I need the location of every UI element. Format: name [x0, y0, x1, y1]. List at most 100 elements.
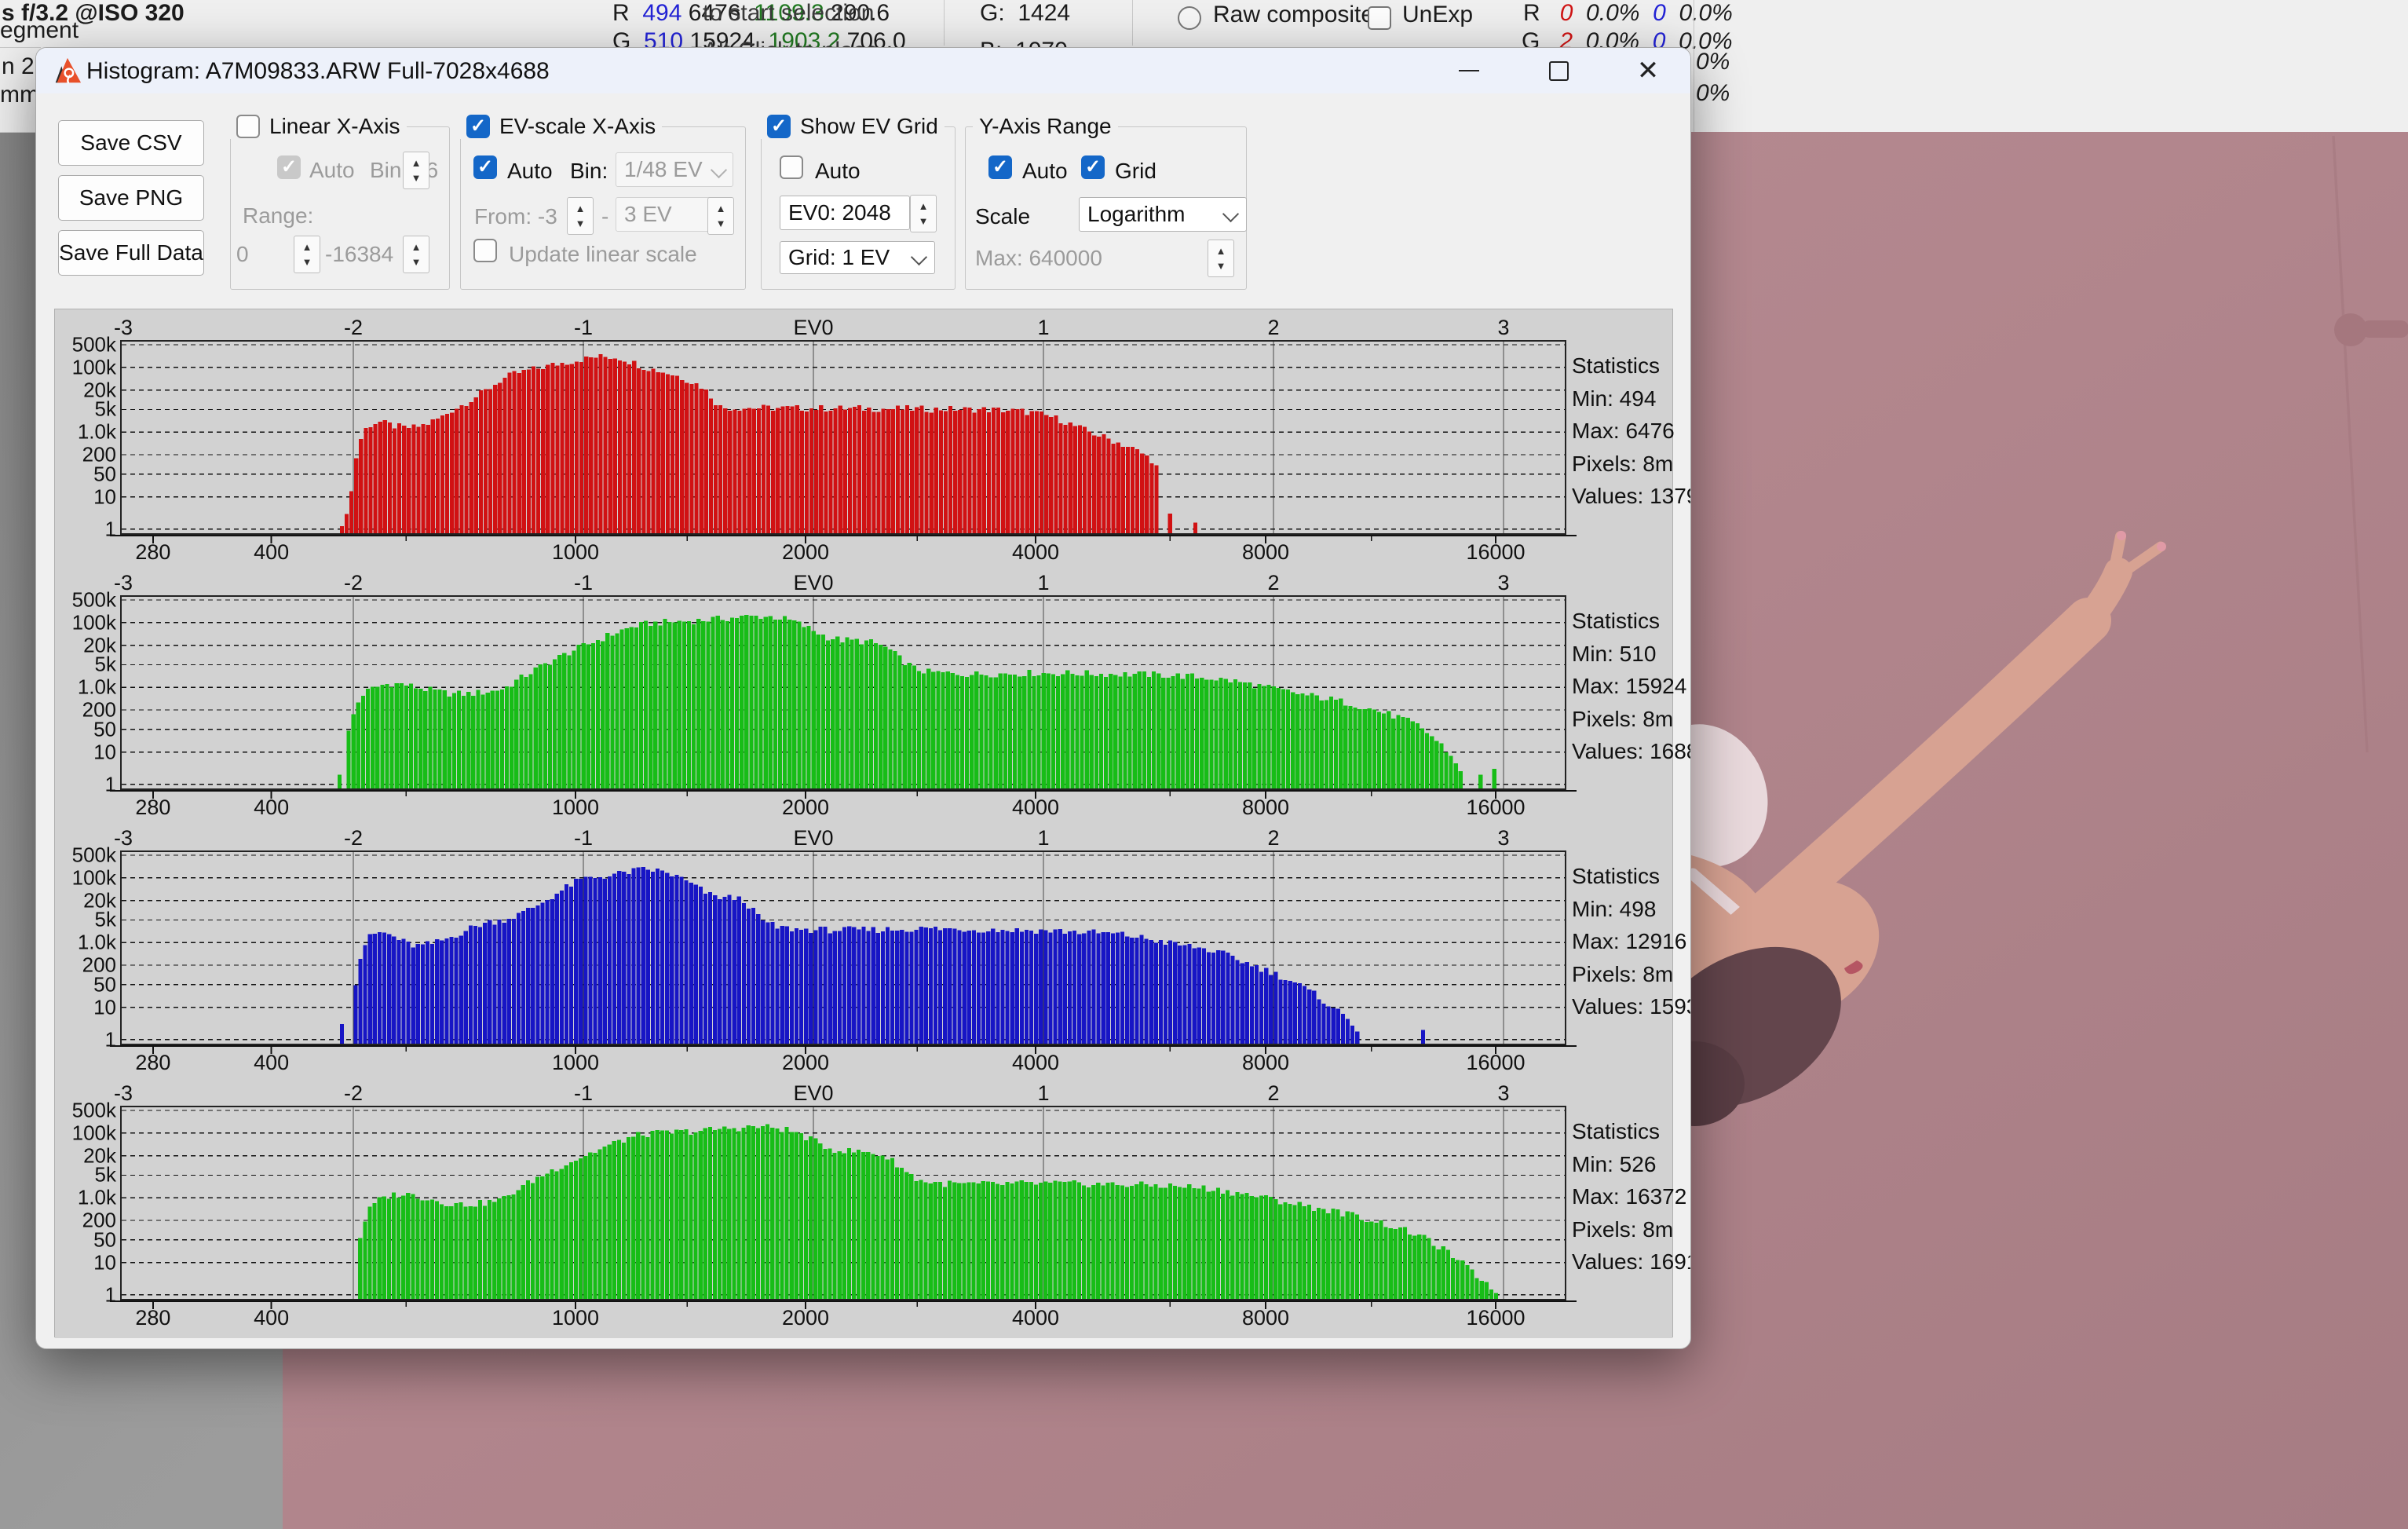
fingernail-1	[2117, 531, 2126, 540]
overexp-r-label: R	[1523, 0, 1540, 26]
exif-fragment-3: mm	[0, 82, 39, 108]
linear-range-label: Range:	[243, 203, 313, 229]
ev-from-spinner[interactable]: ▲▼	[567, 197, 594, 235]
evgrid-auto-checkbox[interactable]	[780, 155, 803, 179]
dancer-finger-1	[2114, 536, 2121, 569]
histogram-panel-blue: -3-2-1EV0123500k100k20k5k1.0k20050101280…	[55, 820, 1672, 1076]
stats-pixels-green: Pixels: 8m	[1572, 707, 1673, 732]
x-axis-label: 280	[135, 796, 170, 820]
linear-auto-checkbox	[277, 155, 301, 179]
occluded-percent-1: 0%	[1696, 49, 1730, 75]
show-ev-grid-header: Show EV Grid	[761, 114, 945, 139]
stats-title-red: Statistics	[1572, 353, 1660, 379]
y-grid-checkbox[interactable]	[1081, 155, 1105, 179]
window-title: Histogram: A7M09833.ARW Full-7028x4688	[86, 58, 550, 85]
ev-range-sep: -	[601, 204, 608, 229]
x-axis-label: 400	[254, 1306, 289, 1330]
hint-line-1: to start selection	[703, 0, 874, 27]
histogram-plot-red	[55, 309, 1672, 565]
y-axis-label: 1	[55, 1027, 116, 1052]
x-axis-label: 16000	[1466, 1306, 1525, 1330]
save-full-data-button[interactable]: Save Full Data	[58, 230, 204, 276]
x-axis-label: 1000	[552, 1051, 599, 1075]
x-axis-label: 4000	[1012, 1051, 1059, 1075]
stats-min-red: Min: 494	[1572, 386, 1656, 412]
y-axis-label: 5k	[55, 1163, 116, 1187]
y-axis-label: 50	[55, 717, 116, 741]
scale-label: Scale	[975, 204, 1030, 229]
y-axis-label: 5k	[55, 908, 116, 932]
ev-axis-label: -2	[344, 316, 363, 340]
ev-axis-label: 2	[1267, 316, 1279, 340]
ev0-spinner[interactable]: ▲▼	[910, 195, 937, 232]
stats-min-green: Min: 510	[1572, 642, 1656, 667]
stats-title-green2: Statistics	[1572, 1119, 1660, 1144]
y-axis-label: 500k	[55, 843, 116, 868]
y-axis-label: 1.0k	[55, 1186, 116, 1210]
overexp-r-p2: 0.0%	[1679, 0, 1732, 26]
update-linear-checkbox[interactable]	[473, 239, 497, 262]
minimize-button[interactable]	[1433, 48, 1505, 93]
histogram-plot-green	[55, 565, 1672, 820]
sample-g-label: G:	[980, 0, 1005, 26]
stats-values-red: Values: 1379	[1572, 484, 1691, 509]
ev-axis-label: 2	[1267, 826, 1279, 850]
y-axis-label: 10	[55, 485, 116, 509]
stats-max-red: Max: 6476	[1572, 419, 1675, 444]
evgrid-auto-label: Auto	[815, 159, 861, 184]
y-axis-label: 500k	[55, 1099, 116, 1123]
ev-to-value: 3 EV	[624, 202, 672, 227]
y-axis-label: 100k	[55, 610, 116, 635]
x-axis-label: 400	[254, 1051, 289, 1075]
ev-from-label: From: -3	[474, 204, 557, 229]
close-button[interactable]: ✕	[1612, 48, 1684, 93]
ev-auto-checkbox[interactable]	[473, 155, 497, 179]
show-ev-grid-checkbox[interactable]	[767, 115, 791, 138]
linear-x-axis-checkbox[interactable]	[236, 115, 260, 138]
y-auto-checkbox[interactable]	[988, 155, 1012, 179]
ev-scale-checkbox[interactable]	[466, 115, 490, 138]
histogram-panel-green: -3-2-1EV0123500k100k20k5k1.0k20050101280…	[55, 565, 1672, 821]
exif-fragment-1: egment	[0, 17, 79, 44]
x-axis-label: 2000	[782, 1306, 829, 1330]
ev-axis-label: -1	[574, 316, 593, 340]
x-axis-label: 16000	[1466, 1051, 1525, 1075]
scale-dropdown[interactable]: Logarithm	[1079, 197, 1247, 232]
y-axis-label: 50	[55, 972, 116, 997]
y-axis-label: 1	[55, 772, 116, 796]
ev-axis-label: EV0	[793, 316, 833, 340]
y-axis-label: 10	[55, 1250, 116, 1275]
chevron-down-icon	[911, 249, 927, 265]
window-titlebar[interactable]: Histogram: A7M09833.ARW Full-7028x4688 ✕	[36, 48, 1690, 93]
save-png-button[interactable]: Save PNG	[58, 175, 204, 221]
ev-axis-label: 3	[1497, 571, 1509, 595]
y-max-spinner: ▲▼	[1208, 240, 1234, 277]
grid-step-dropdown[interactable]: Grid: 1 EV	[780, 241, 935, 274]
y-auto-label: Auto	[1022, 159, 1068, 184]
maximize-button[interactable]	[1522, 48, 1595, 93]
raw-composite-radio[interactable]	[1178, 6, 1201, 30]
ev-axis-label: -2	[344, 571, 363, 595]
save-csv-button[interactable]: Save CSV	[58, 120, 204, 166]
y-axis-label: 50	[55, 462, 116, 486]
x-axis-label: 4000	[1012, 796, 1059, 820]
ev0-field[interactable]: EV0: 2048	[780, 196, 910, 230]
histogram-plot-green2	[55, 1075, 1672, 1338]
chevron-down-icon	[711, 162, 727, 178]
ev-axis-label: 1	[1037, 316, 1049, 340]
ev0-value: EV0: 2048	[788, 200, 891, 225]
y-axis-label: 500k	[55, 333, 116, 357]
x-axis-label: 2000	[782, 540, 829, 565]
stats-max-green: Max: 15924	[1572, 674, 1686, 699]
x-axis-label: 280	[135, 540, 170, 565]
unexp-checkbox[interactable]	[1368, 6, 1391, 30]
y-axis-label: 1	[55, 517, 116, 541]
ev-axis-label: EV0	[793, 1081, 833, 1106]
stats-max-green2: Max: 16372	[1572, 1184, 1686, 1209]
x-axis-label: 4000	[1012, 540, 1059, 565]
stats-values-green2: Values: 1691	[1572, 1249, 1691, 1275]
ev-to-spinner[interactable]: ▲▼	[707, 197, 734, 235]
ev-axis-label: -2	[344, 826, 363, 850]
y-axis-label: 1.0k	[55, 420, 116, 444]
ev-axis-label: -1	[574, 1081, 593, 1106]
